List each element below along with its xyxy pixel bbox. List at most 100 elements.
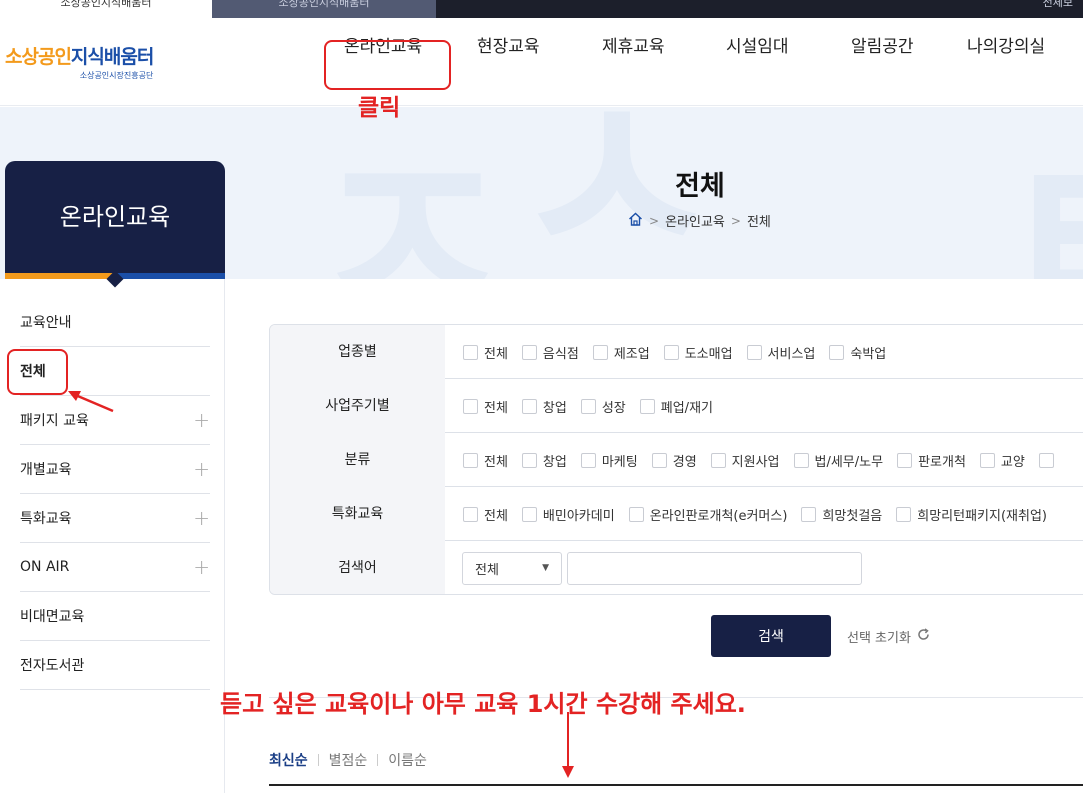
filter-checkbox[interactable]: 창업 xyxy=(521,397,567,416)
sidebar-item-individual-edu[interactable]: 개별교육 + xyxy=(20,445,210,494)
filter-checkbox[interactable]: 폐업/재기 xyxy=(639,397,713,416)
checkbox-icon[interactable] xyxy=(592,344,608,360)
checkbox-icon[interactable] xyxy=(580,452,596,468)
filter-options: 전체 음식점 제조업 도소매업 서비스업 숙박업 xyxy=(463,325,900,379)
nav-item-notice[interactable]: 알림공간 xyxy=(851,32,914,57)
sidebar-item-e-library[interactable]: 전자도서관 xyxy=(20,641,210,690)
checkbox-icon[interactable] xyxy=(829,344,845,360)
filter-checkbox[interactable]: 희망리턴패키지(재취업) xyxy=(896,505,1047,524)
checkbox-icon[interactable] xyxy=(651,452,667,468)
filter-checkbox[interactable]: 경영 xyxy=(651,451,697,470)
checkbox-icon[interactable] xyxy=(897,452,913,468)
breadcrumb-item[interactable]: 온라인교육 xyxy=(665,211,725,230)
filter-checkbox[interactable]: 서비스업 xyxy=(746,343,815,362)
option-label: 창업 xyxy=(542,400,567,416)
filter-checkbox[interactable]: 제조업 xyxy=(592,343,650,362)
checkbox-icon[interactable] xyxy=(628,506,644,522)
sort-rating[interactable]: 별점순 xyxy=(329,750,368,770)
filter-checkbox[interactable]: 전체 xyxy=(463,451,508,470)
reset-label: 선택 초기화 xyxy=(847,631,911,646)
search-scope-select[interactable]: 전체 ▼ xyxy=(462,551,562,585)
sidebar-item-edu-guide[interactable]: 교육안내 xyxy=(20,298,210,347)
checkbox-icon[interactable] xyxy=(639,398,655,414)
option-label: 희망리턴패키지(재취업) xyxy=(917,508,1047,524)
plus-icon[interactable]: + xyxy=(193,555,210,579)
filter-checkbox[interactable]: 마케팅 xyxy=(580,451,638,470)
filter-checkbox[interactable] xyxy=(1038,452,1060,468)
filter-checkbox[interactable]: 지원사업 xyxy=(710,451,780,470)
sort-latest[interactable]: 최신순 xyxy=(269,750,308,770)
annotation-arrow-down-icon xyxy=(562,712,574,778)
search-input[interactable] xyxy=(567,551,862,585)
sort-name[interactable]: 이름순 xyxy=(388,750,427,770)
checkbox-icon[interactable] xyxy=(463,398,478,414)
nav-item-field-edu[interactable]: 현장교육 xyxy=(477,32,540,57)
annotation-highlight-sidebar xyxy=(7,349,68,395)
sidebar-item-on-air[interactable]: ON AIR + xyxy=(20,543,210,592)
checkbox-icon[interactable] xyxy=(896,506,912,522)
checkbox-icon[interactable] xyxy=(463,506,478,522)
checkbox-icon[interactable] xyxy=(746,344,762,360)
checkbox-icon[interactable] xyxy=(793,452,809,468)
option-label: 성장 xyxy=(601,400,626,416)
plus-icon[interactable]: + xyxy=(193,506,210,530)
top-tab-1[interactable]: 소상공인지식배움터 xyxy=(0,0,212,18)
filter-checkbox[interactable]: 성장 xyxy=(580,397,626,416)
filter-checkbox[interactable]: 숙박업 xyxy=(829,343,886,362)
nav-item-facility-rental[interactable]: 시설임대 xyxy=(726,32,789,57)
filter-row-business-cycle: 사업주기별 전체 창업 성장 폐업/재기 xyxy=(270,379,1083,433)
checkbox-icon[interactable] xyxy=(521,344,537,360)
checkbox-icon[interactable] xyxy=(580,398,596,414)
filter-checkbox[interactable]: 온라인판로개척(e커머스) xyxy=(628,505,787,524)
annotation-arrow-icon xyxy=(68,391,114,413)
filter-checkbox[interactable]: 희망첫걸음 xyxy=(801,505,882,524)
checkbox-icon[interactable] xyxy=(463,452,478,468)
sidebar-item-special-edu[interactable]: 특화교육 + xyxy=(20,494,210,543)
checkbox-icon[interactable] xyxy=(1038,452,1054,468)
filter-checkbox[interactable]: 전체 xyxy=(463,505,508,524)
reset-selection-button[interactable]: 선택 초기화 xyxy=(847,627,930,646)
filter-checkbox[interactable]: 도소매업 xyxy=(663,343,733,362)
filter-checkbox[interactable]: 법/세무/노무 xyxy=(793,451,884,470)
nav-item-my-classroom[interactable]: 나의강의실 xyxy=(967,32,1045,57)
filter-row-special: 특화교육 전체 배민아카데미 온라인판로개척(e커머스) 희망첫걸음 희망리턴패… xyxy=(270,487,1083,541)
filter-label: 분류 xyxy=(270,433,445,487)
filter-checkbox[interactable]: 전체 xyxy=(463,397,508,416)
hero-deco-glyph: ㅈ xyxy=(305,108,517,280)
filter-checkbox[interactable]: 전체 xyxy=(463,343,508,362)
hero-deco-glyph: ㅌ xyxy=(995,127,1083,280)
filter-checkbox[interactable]: 음식점 xyxy=(521,343,579,362)
filter-checkbox[interactable]: 판로개척 xyxy=(897,451,966,470)
plus-icon[interactable]: + xyxy=(193,457,210,481)
plus-icon[interactable]: + xyxy=(193,408,210,432)
checkbox-icon[interactable] xyxy=(663,344,679,360)
list-top-line xyxy=(269,784,1083,786)
option-label: 제조업 xyxy=(613,346,650,362)
sidebar-item-remote-edu[interactable]: 비대면교육 xyxy=(20,592,210,641)
checkbox-icon[interactable] xyxy=(979,452,995,468)
checkbox-icon[interactable] xyxy=(710,452,726,468)
search-button[interactable]: 검색 xyxy=(711,615,831,657)
checkbox-icon[interactable] xyxy=(521,506,537,522)
checkbox-icon[interactable] xyxy=(463,344,478,360)
option-label: 숙박업 xyxy=(850,346,887,362)
sidebar-title: 온라인교육 xyxy=(5,161,225,273)
option-label: 법/세무/노무 xyxy=(814,454,884,470)
top-tab-3[interactable]: 전체보 xyxy=(1043,0,1073,18)
top-tab-2[interactable]: 소상공인지식배움터 xyxy=(212,0,436,18)
checkbox-icon[interactable] xyxy=(521,452,537,468)
nav-item-partner-edu[interactable]: 제휴교육 xyxy=(602,32,665,57)
filter-label: 특화교육 xyxy=(270,487,445,541)
filter-checkbox[interactable]: 창업 xyxy=(521,451,567,470)
filter-checkbox[interactable]: 배민아카데미 xyxy=(521,505,615,524)
option-label: 경영 xyxy=(672,454,697,470)
filter-checkbox[interactable]: 교양 xyxy=(979,451,1025,470)
checkbox-icon[interactable] xyxy=(521,398,537,414)
filter-label: 사업주기별 xyxy=(270,379,445,433)
sidebar-item-label: 특화교육 xyxy=(20,511,72,527)
page-title: 전체 xyxy=(675,171,725,202)
home-icon[interactable] xyxy=(628,212,643,230)
search-controls: 전체 ▼ xyxy=(462,541,862,594)
checkbox-icon[interactable] xyxy=(801,506,817,522)
breadcrumb-item[interactable]: 전체 xyxy=(747,211,771,230)
